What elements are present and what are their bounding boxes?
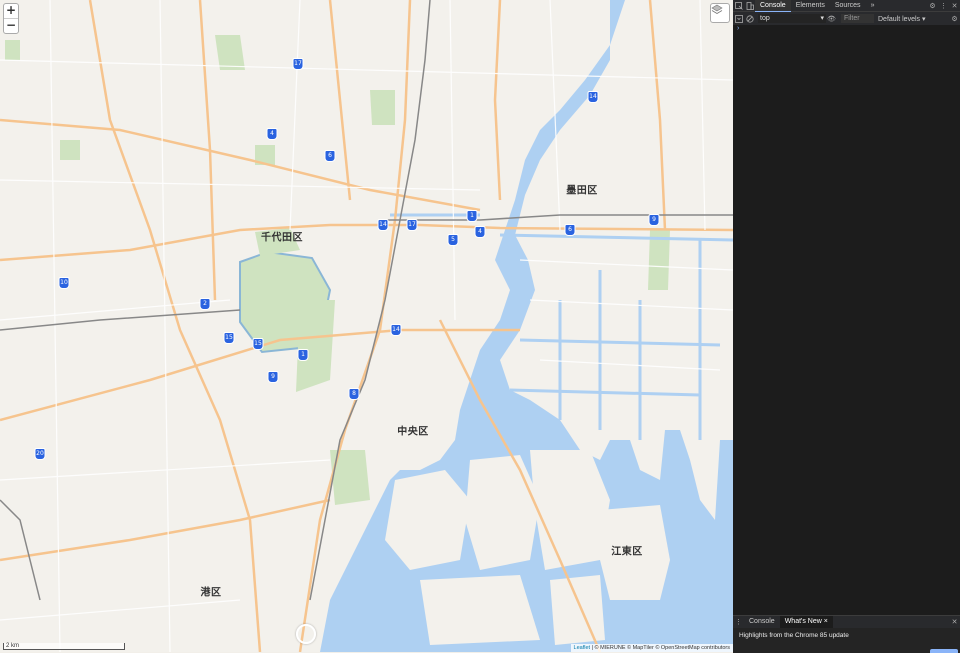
clear-console-icon[interactable]: [744, 13, 755, 24]
context-select[interactable]: top ▾: [758, 14, 826, 23]
route-shield: 15: [252, 338, 264, 350]
drawer-tab-whats-new-label: What's New: [784, 618, 822, 625]
devtools-panel: Console Elements Sources » ⚙ ⋮ ✕ top ▾ 👁…: [733, 0, 960, 653]
route-shield: 4: [474, 226, 486, 238]
location-marker-icon[interactable]: [296, 624, 316, 644]
console-prompt[interactable]: ›: [733, 25, 739, 32]
drawer-close-icon[interactable]: ✕: [949, 617, 960, 628]
route-shield: 4: [266, 128, 278, 140]
drawer-tab-whats-new[interactable]: What's New ×: [779, 616, 833, 628]
scale-bar: 2 km: [3, 643, 125, 650]
route-shield: 15: [223, 332, 235, 344]
route-shield: 10: [58, 277, 70, 289]
map-label-chuo: 中央区: [397, 426, 429, 438]
zoom-out-button[interactable]: −: [4, 18, 18, 33]
map-label-koto: 江東区: [611, 546, 643, 558]
sidebar-toggle-icon[interactable]: [733, 13, 744, 24]
tab-elements[interactable]: Elements: [791, 0, 830, 11]
tab-sources[interactable]: Sources: [830, 0, 866, 11]
route-shield: 17: [406, 219, 418, 231]
eye-icon[interactable]: 👁: [826, 13, 837, 24]
gear-icon[interactable]: ⚙: [927, 0, 938, 11]
drawer-menu-icon[interactable]: ⋮: [733, 617, 744, 628]
map-view[interactable]: 千代田区 中央区 墨田区 江東区 港区 17 4 6 14 17 5 1 4 1…: [0, 0, 733, 652]
inspect-icon[interactable]: [733, 0, 744, 11]
route-shield: 1: [466, 210, 478, 222]
kebab-menu-icon[interactable]: ⋮: [938, 0, 949, 11]
context-value: top: [760, 15, 770, 22]
layers-icon: [711, 4, 723, 14]
devtools-tabbar: Console Elements Sources » ⚙ ⋮ ✕: [733, 0, 960, 12]
route-shield: 9: [267, 371, 279, 383]
whats-new-action-button[interactable]: [930, 649, 958, 653]
route-shield: 20: [34, 448, 46, 460]
console-output[interactable]: ›: [733, 25, 960, 615]
tab-close-icon[interactable]: ×: [824, 618, 828, 625]
route-shield: 14: [587, 91, 599, 103]
console-toolbar: top ▾ 👁 Filter Default levels ▾ ⚙: [733, 12, 960, 26]
zoom-in-button[interactable]: +: [4, 4, 18, 18]
log-levels-dropdown[interactable]: Default levels ▾: [878, 15, 925, 23]
console-settings-gear-icon[interactable]: ⚙: [949, 13, 960, 24]
map-attribution: Leaflet | © MIERUNE © MapTiler © OpenStr…: [570, 644, 733, 652]
route-shield: 5: [447, 234, 459, 246]
route-shield: 1: [297, 349, 309, 361]
route-shield: 6: [564, 224, 576, 236]
drawer-tabbar: ⋮ Console What's New × ✕: [733, 616, 960, 628]
tab-console[interactable]: Console: [755, 0, 791, 12]
drawer-tab-console[interactable]: Console: [744, 616, 780, 628]
zoom-control: + −: [3, 3, 19, 34]
leaflet-link[interactable]: Leaflet: [574, 645, 591, 651]
map-label-chiyoda: 千代田区: [261, 232, 303, 244]
devtools-drawer: ⋮ Console What's New × ✕ Highlights from…: [733, 615, 960, 653]
attribution-text: | © MIERUNE © MapTiler © OpenStreetMap c…: [590, 645, 730, 651]
map-label-minato: 港区: [200, 587, 222, 599]
map-label-sumida: 墨田区: [566, 185, 598, 197]
route-shield: 9: [648, 214, 660, 226]
layers-button[interactable]: [710, 3, 730, 23]
route-shield: 14: [377, 219, 389, 231]
route-shield: 17: [292, 58, 304, 70]
more-tabs-button[interactable]: »: [866, 0, 880, 11]
device-toolbar-icon[interactable]: [744, 0, 755, 11]
route-shield: 2: [199, 298, 211, 310]
whats-new-heading: Highlights from the Chrome 85 update: [739, 632, 849, 639]
route-shield: 14: [390, 324, 402, 336]
close-icon[interactable]: ✕: [949, 0, 960, 11]
filter-input[interactable]: Filter: [841, 14, 874, 23]
route-shield: 8: [348, 388, 360, 400]
chevron-down-icon: ▾: [820, 15, 824, 22]
route-shield: 6: [324, 150, 336, 162]
